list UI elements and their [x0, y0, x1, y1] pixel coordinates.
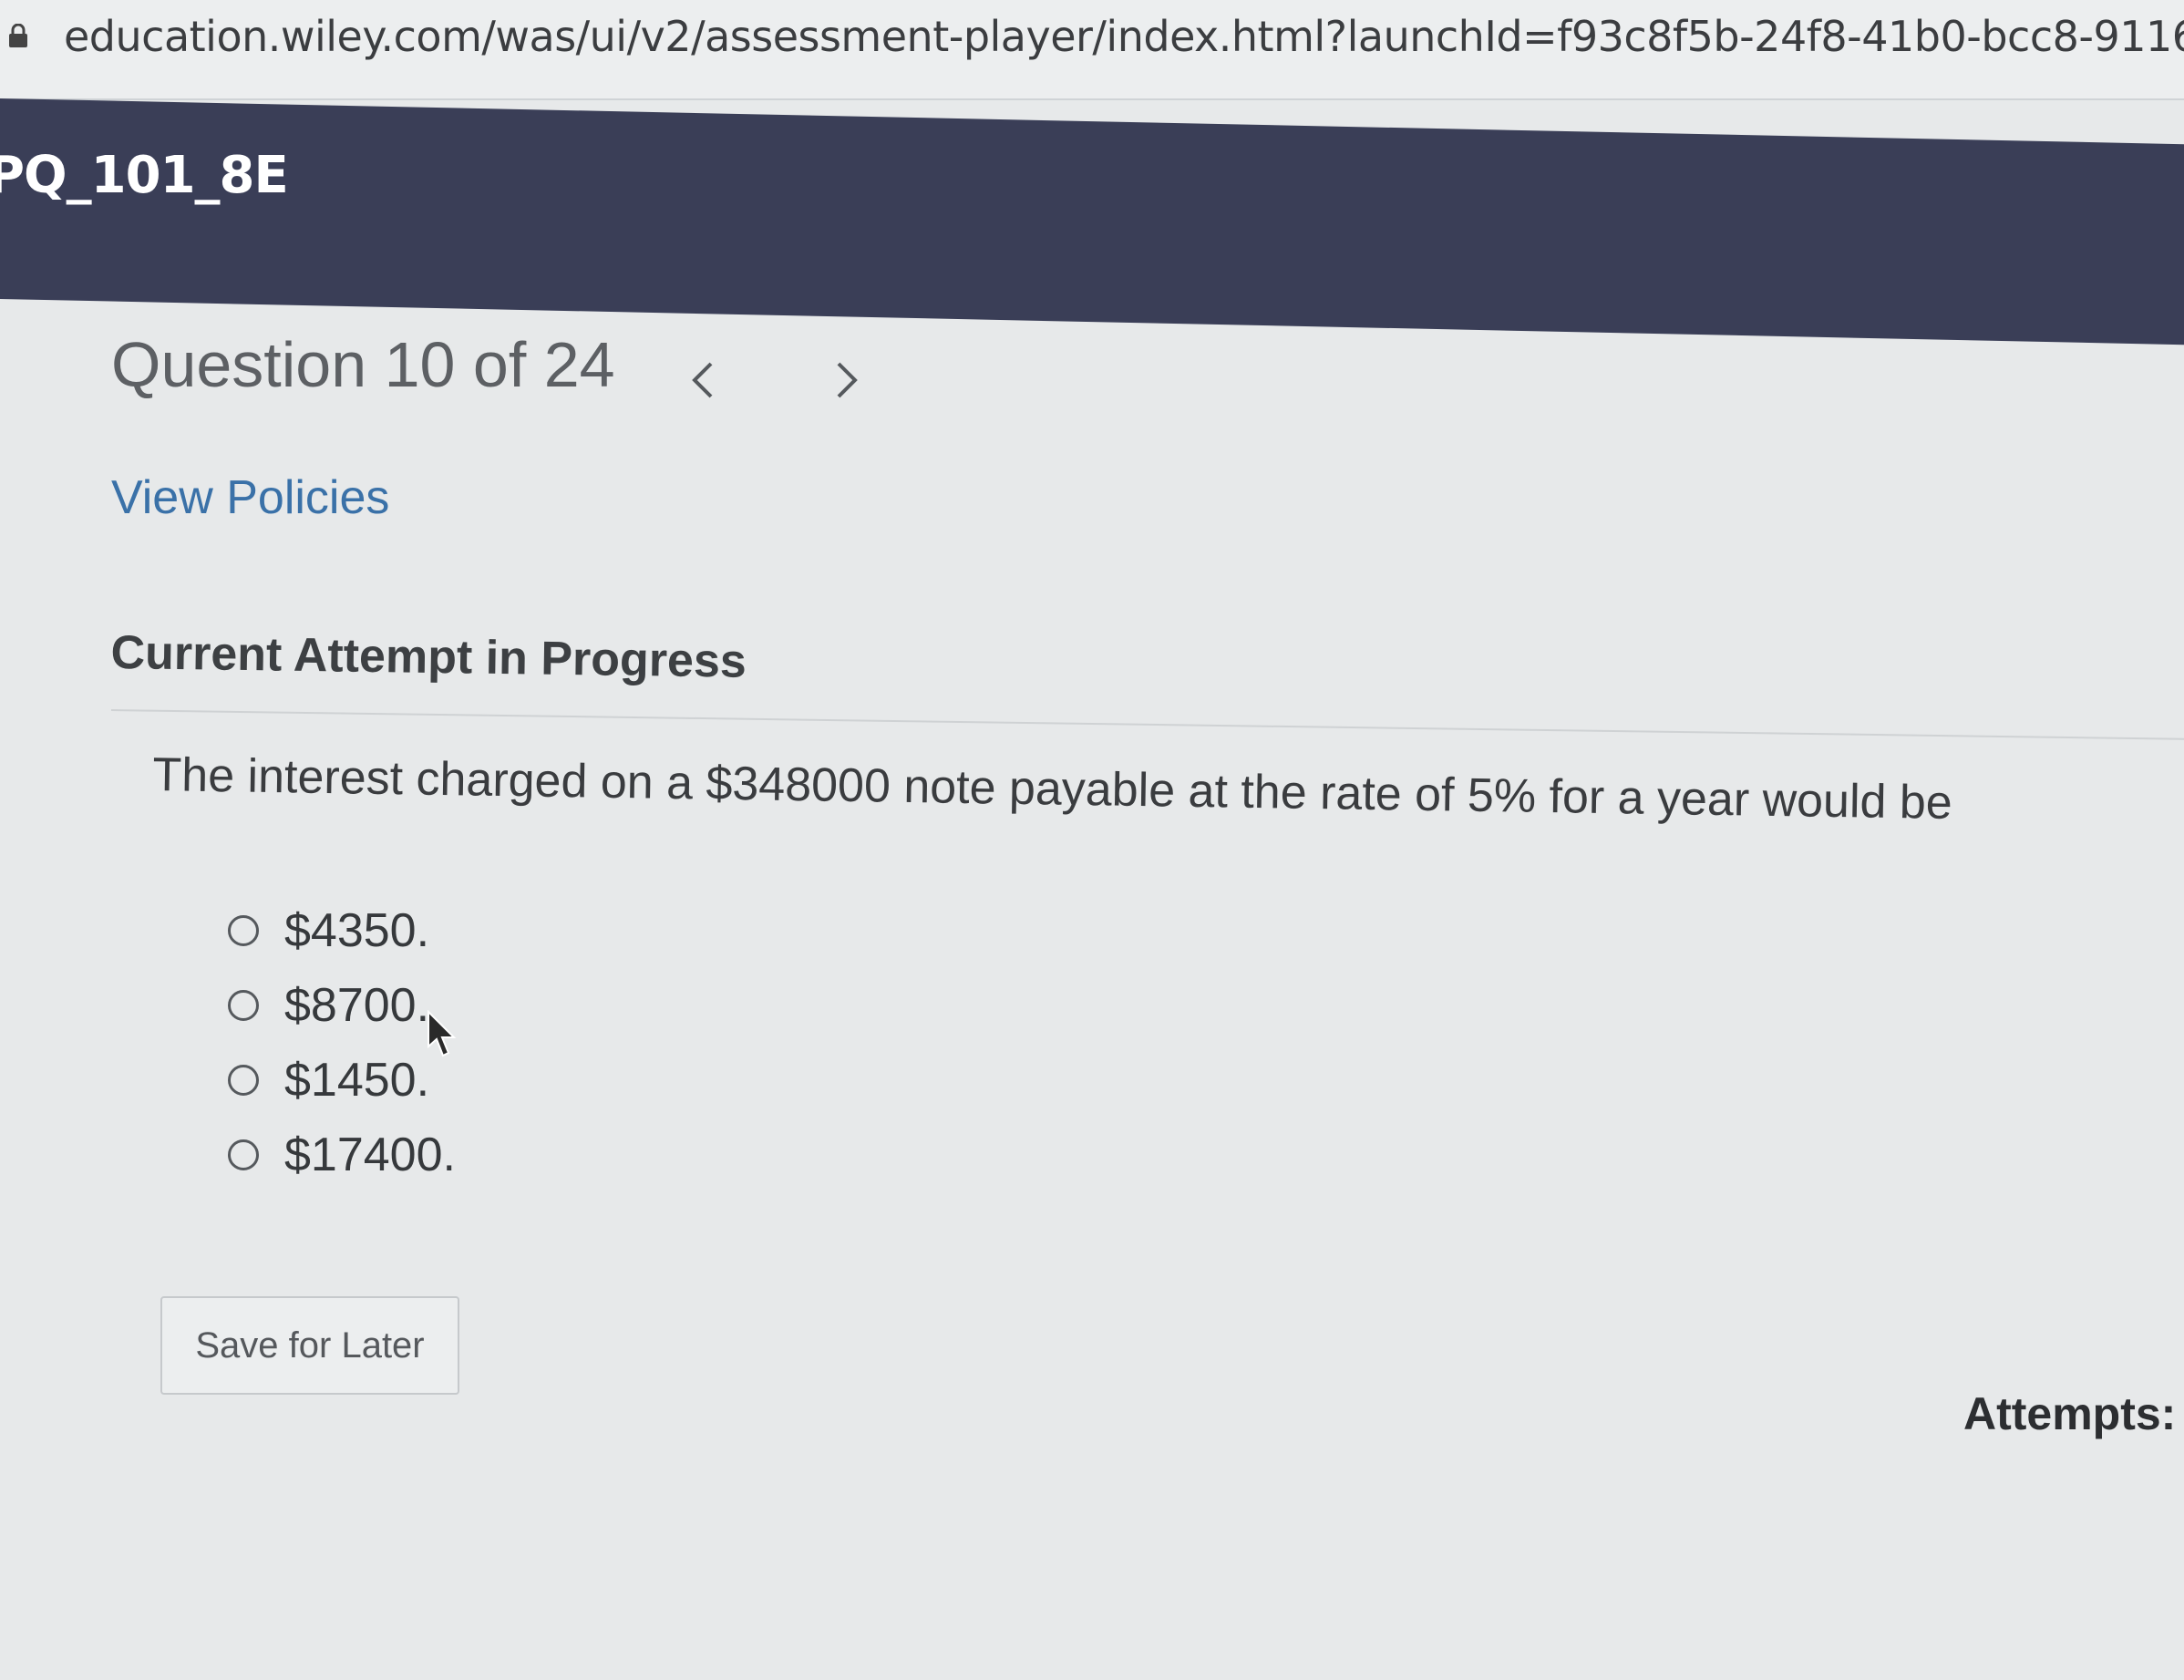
save-for-later-button[interactable]: Save for Later [160, 1296, 459, 1395]
browser-url-bar[interactable]: education.wiley.com/was/ui/v2/assessment… [0, 0, 2184, 100]
divider [110, 709, 2184, 740]
option-label: $4350. [284, 904, 430, 957]
answer-option[interactable]: $8700. [228, 968, 456, 1043]
view-policies-link[interactable]: View Policies [111, 470, 389, 525]
option-label: $8700. [284, 979, 430, 1032]
attempts-label: Attempts: [1963, 1388, 2177, 1439]
url-text[interactable]: education.wiley.com/was/ui/v2/assessment… [64, 7, 2184, 66]
lock-icon [7, 23, 29, 47]
next-question-button[interactable] [820, 350, 875, 414]
question-counter: Question 10 of 24 [111, 329, 615, 400]
course-title: PQ_101_8E [0, 146, 289, 205]
option-label: $1450. [284, 1054, 430, 1107]
answer-options: $4350. $8700. $1450. $17400. [228, 893, 456, 1192]
assessment-page: education.wiley.com/was/ui/v2/assessment… [0, 0, 2184, 1680]
answer-option[interactable]: $17400. [228, 1118, 456, 1192]
answer-option[interactable]: $4350. [228, 893, 456, 968]
radio-button[interactable] [228, 990, 259, 1021]
app-header [0, 98, 2184, 345]
radio-button[interactable] [228, 1065, 259, 1096]
attempt-heading: Current Attempt in Progress [110, 625, 747, 688]
chevron-left-icon [687, 358, 716, 406]
chevron-right-icon [833, 358, 862, 406]
mouse-cursor-icon [427, 1009, 459, 1061]
answer-option[interactable]: $1450. [228, 1043, 456, 1118]
question-text: The interest charged on a $348000 note p… [152, 747, 1953, 830]
option-label: $17400. [284, 1129, 456, 1181]
radio-button[interactable] [228, 1139, 259, 1170]
radio-button[interactable] [228, 915, 259, 946]
previous-question-button[interactable] [675, 350, 729, 414]
